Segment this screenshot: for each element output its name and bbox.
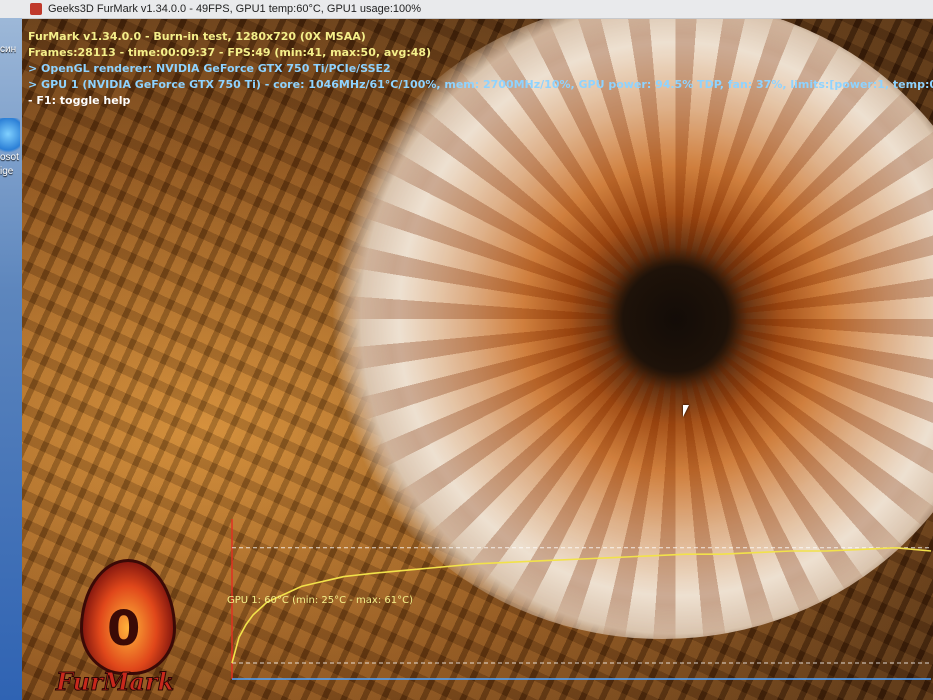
logo-glyph: 0 (107, 601, 141, 657)
window-titlebar[interactable]: Geeks3D FurMark v1.34.0.0 - 49FPS, GPU1 … (0, 0, 933, 19)
furmark-logo: 0 FurMark (50, 549, 200, 697)
graph-label: GPU 1: 60°C (min: 25°C - max: 61°C) (227, 595, 413, 606)
hud-frames-line: Frames:28113 - time:00:09:37 - FPS:49 (m… (28, 46, 432, 59)
hud-title-line: FurMark v1.34.0.0 - Burn-in test, 1280x7… (28, 30, 366, 43)
temperature-graph: GPU 1: 60°C (min: 25°C - max: 61°C) (205, 499, 933, 699)
logo-wordmark: FurMark (55, 667, 175, 697)
desktop-icon-label[interactable]: osot (0, 152, 19, 163)
desktop-icon-label[interactable]: ige (0, 166, 13, 177)
furmark-app-icon (30, 3, 42, 15)
hud-overlay: FurMark v1.34.0.0 - Burn-in test, 1280x7… (28, 29, 933, 109)
window-title: Geeks3D FurMark v1.34.0.0 - 49FPS, GPU1 … (48, 3, 422, 15)
mouse-cursor (683, 405, 689, 417)
furmark-render-view[interactable]: FurMark v1.34.0.0 - Burn-in test, 1280x7… (22, 19, 933, 700)
hud-renderer-line: > OpenGL renderer: NVIDIA GeForce GTX 75… (28, 62, 391, 75)
hud-help-line: - F1: toggle help (28, 94, 131, 107)
desktop-icon-label[interactable]: син (0, 44, 16, 55)
hud-gpu-line: > GPU 1 (NVIDIA GeForce GTX 750 Ti) - co… (28, 78, 933, 91)
desktop-background: син osot ige (0, 18, 22, 700)
